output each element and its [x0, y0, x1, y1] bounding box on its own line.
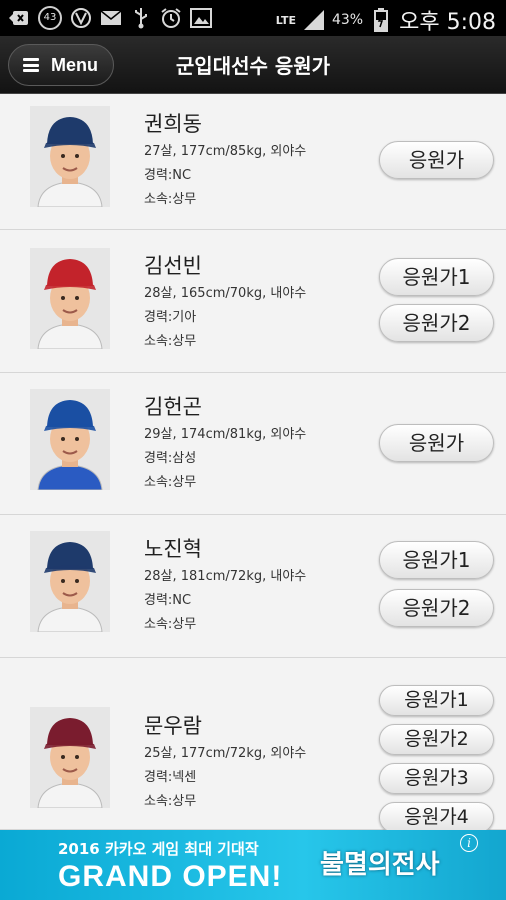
ad-tagline: 2016 카카오 게임 최대 기대작	[58, 840, 259, 858]
player-career: 경력:기아	[144, 310, 197, 325]
cheer-song-button[interactable]: 응원가2	[379, 589, 494, 627]
player-stats: 25살, 177cm/72kg, 외야수	[144, 746, 307, 761]
signal-icon	[303, 9, 325, 31]
clock: 오후 5:08	[399, 10, 496, 35]
player-affiliation: 소속:상무	[144, 334, 197, 349]
cheer-song-button[interactable]: 응원가	[379, 424, 494, 462]
mail-icon	[100, 7, 122, 29]
cheer-song-button[interactable]: 응원가1	[379, 541, 494, 579]
cheer-song-button[interactable]: 응원가4	[379, 802, 494, 830]
cheer-song-button[interactable]: 응원가	[379, 141, 494, 179]
player-stats: 28살, 181cm/72kg, 내야수	[144, 569, 307, 584]
gallery-icon	[190, 7, 212, 29]
player-affiliation: 소속:상무	[144, 794, 197, 809]
player-photo	[30, 106, 110, 207]
player-photo	[30, 389, 110, 490]
player-name: 권희동	[144, 112, 202, 136]
player-career: 경력:NC	[144, 593, 192, 608]
player-photo	[30, 531, 110, 632]
status-left: 43	[8, 6, 212, 30]
ad-headline: GRAND OPEN!	[58, 860, 283, 893]
player-row: 김헌곤 29살, 174cm/81kg, 외야수경력:삼성소속:상무 응원가	[0, 373, 506, 515]
player-stats: 28살, 165cm/70kg, 내야수	[144, 286, 307, 301]
battery-percent: 43%	[331, 12, 364, 28]
status-bar: 43 LTE 43% 오후 5:08	[0, 0, 506, 36]
player-name: 김선빈	[144, 254, 202, 278]
player-row: 김선빈 28살, 165cm/70kg, 내야수경력:기아소속:상무 응원가1 응원가…	[0, 230, 506, 373]
back-arrow-icon	[8, 7, 30, 29]
player-row: 권희동 27살, 177cm/85kg, 외야수경력:NC 소속:상무 응원가	[0, 94, 506, 230]
player-affiliation: 소속:상무	[144, 192, 197, 207]
title-bar: Menu 군입대선수 응원가	[0, 36, 506, 94]
ad-info-icon[interactable]: i	[460, 834, 478, 852]
player-career: 경력:넥센	[144, 770, 197, 785]
player-career: 경력:NC	[144, 168, 192, 183]
player-career: 경력:삼성	[144, 451, 197, 466]
page-title: 군입대선수 응원가	[175, 54, 331, 78]
player-name: 문우람	[144, 714, 202, 738]
player-list[interactable]: 권희동 27살, 177cm/85kg, 외야수 경력:NC 소속:상무 응원가 김선빈 2…	[0, 94, 506, 830]
player-affiliation: 소속:상무	[144, 617, 197, 632]
player-photo	[30, 248, 110, 349]
network-type: LTE	[275, 13, 296, 27]
player-details: 29살, 174cm/81kg, 외야수경력:삼성소속:상무	[144, 423, 306, 495]
cheer-song-button[interactable]: 응원가2	[379, 724, 494, 755]
alarm-icon	[160, 7, 182, 29]
usb-icon	[130, 7, 152, 29]
battery-icon	[370, 8, 392, 32]
vine-icon	[70, 7, 92, 29]
ad-banner[interactable]: 2016 카카오 게임 최대 기대작 GRAND OPEN! 불멸의전사 i	[0, 830, 506, 900]
status-right: LTE 43% 오후 5:08	[276, 4, 496, 36]
player-details: 25살, 177cm/72kg, 외야수경력:넥센소속:상무	[144, 742, 306, 814]
player-name: 김헌곤	[144, 395, 202, 419]
cheer-song-button[interactable]: 응원가1	[379, 258, 494, 296]
player-name: 노진혁	[144, 537, 202, 561]
cheer-song-button[interactable]: 응원가1	[379, 685, 494, 716]
player-details: 27살, 177cm/85kg, 외야수경력:NC 소속:상무	[144, 140, 306, 212]
player-affiliation: 소속:상무	[144, 475, 197, 490]
player-details: 28살, 181cm/72kg, 내야수경력:NC 소속:상무	[144, 565, 306, 637]
player-photo	[30, 707, 110, 808]
cheer-song-button[interactable]: 응원가2	[379, 304, 494, 342]
player-stats: 29살, 174cm/81kg, 외야수	[144, 427, 307, 442]
cheer-song-button[interactable]: 응원가3	[379, 763, 494, 794]
player-row: 문우람 25살, 177cm/72kg, 외야수경력:넥센소속:상무 응원가1 응원가…	[0, 658, 506, 830]
player-stats: 27살, 177cm/85kg, 외야수	[144, 144, 307, 159]
player-row: 노진혁 28살, 181cm/72kg, 내야수경력:NC 소속:상무 응원가1 응원가…	[0, 515, 506, 658]
ad-game-logo: 불멸의전사	[320, 850, 440, 880]
notification-badge: 43	[38, 6, 62, 30]
player-details: 28살, 165cm/70kg, 내야수경력:기아소속:상무	[144, 282, 306, 354]
